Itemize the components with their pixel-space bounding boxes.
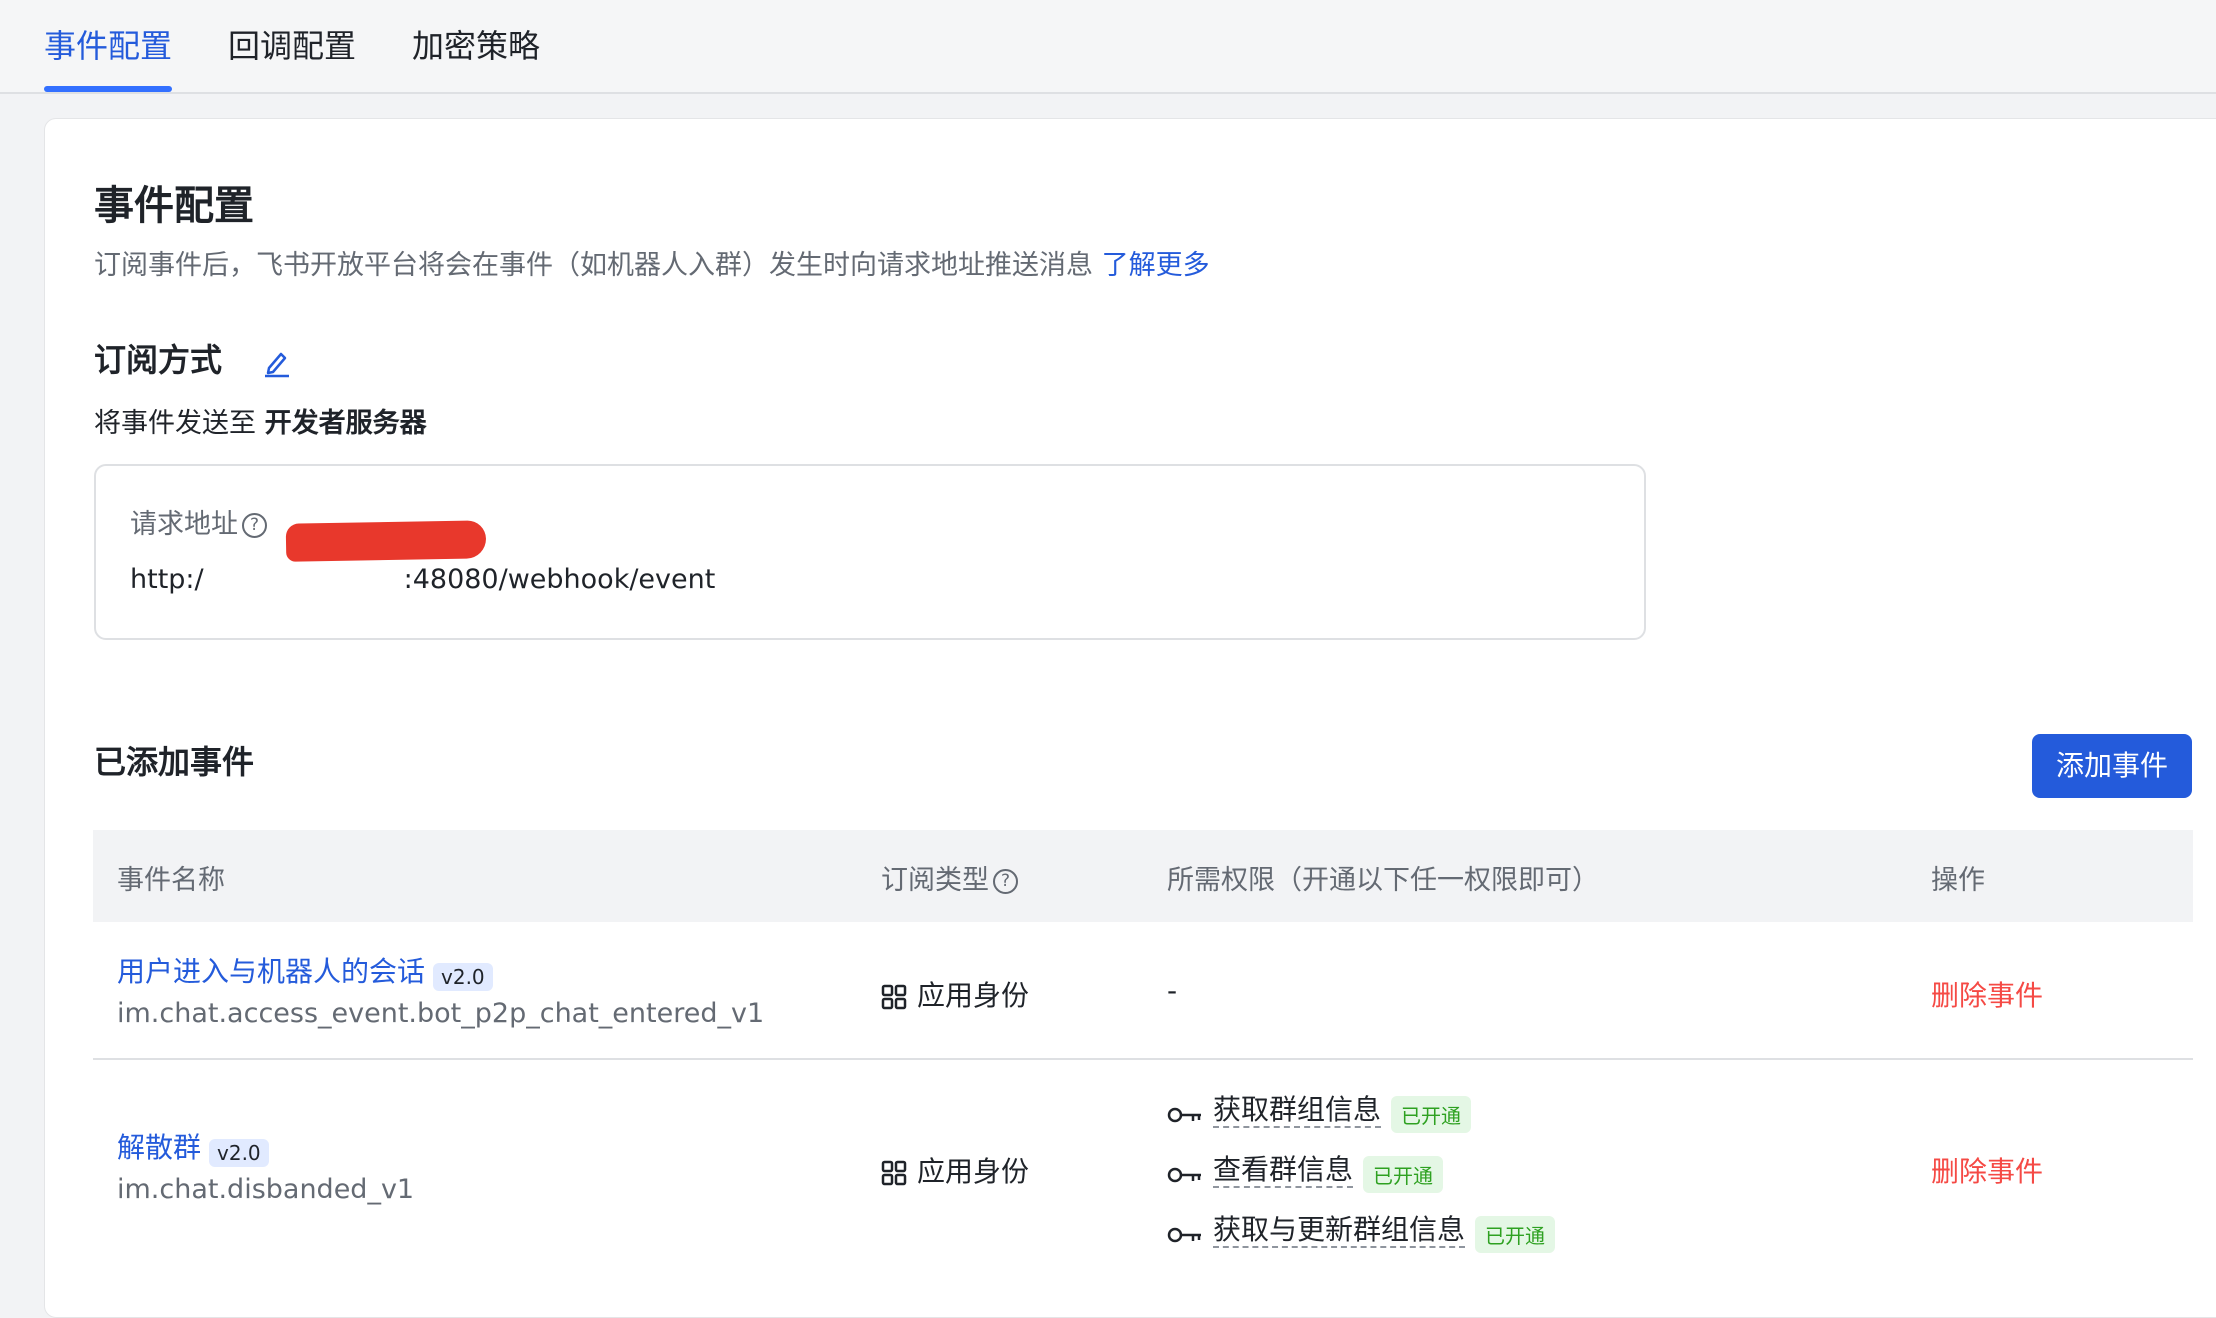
event-config-card: 事件配置 订阅事件后，飞书开放平台将会在事件（如机器人入群）发生时向请求地址推送… — [44, 118, 2216, 1318]
header-subscription-type-text: 订阅类型 — [881, 865, 989, 896]
page-description: 订阅事件后，飞书开放平台将会在事件（如机器人入群）发生时向请求地址推送消息 了解… — [94, 243, 1210, 282]
permission-link[interactable]: 查看群信息 — [1213, 1153, 1354, 1188]
granted-badge: 已开通 — [1391, 1096, 1472, 1133]
grid-icon — [881, 984, 907, 1010]
event-name-cell: 解散群 v2.0 — [117, 1126, 269, 1167]
permission-none: - — [1167, 974, 1178, 1007]
key-icon — [1167, 1167, 1201, 1182]
request-address-label: 请求地址? — [130, 502, 267, 541]
event-key: im.chat.access_event.bot_p2p_chat_entere… — [117, 998, 765, 1029]
permission-link[interactable]: 获取与更新群组信息 — [1213, 1213, 1466, 1248]
grid-icon — [881, 1160, 907, 1186]
event-name-cell: 用户进入与机器人的会话 v2.0 — [117, 950, 493, 991]
header-event-name: 事件名称 — [117, 865, 225, 896]
subscription-type-cell: 应用身份 — [881, 974, 1029, 1014]
page-title: 事件配置 — [94, 183, 254, 229]
help-icon[interactable]: ? — [242, 513, 267, 538]
key-icon — [1167, 1227, 1201, 1242]
version-badge: v2.0 — [209, 1138, 269, 1167]
help-icon[interactable]: ? — [993, 869, 1018, 894]
permission-item: 获取与更新群组信息 已开通 — [1167, 1208, 1556, 1253]
event-name-link[interactable]: 用户进入与机器人的会话 — [117, 955, 425, 988]
description-text: 订阅事件后，飞书开放平台将会在事件（如机器人入群）发生时向请求地址推送消息 — [94, 250, 1093, 281]
version-badge: v2.0 — [433, 962, 493, 991]
learn-more-link[interactable]: 了解更多 — [1102, 250, 1210, 281]
request-address-url: http:/ :48080/webhook/event — [130, 564, 715, 595]
subscription-type-text: 应用身份 — [917, 979, 1030, 1012]
subscription-prefix: 将事件发送至 — [94, 408, 256, 439]
granted-badge: 已开通 — [1475, 1216, 1556, 1253]
subscription-type-text: 应用身份 — [917, 1155, 1030, 1188]
header-permissions: 所需权限（开通以下任一权限即可） — [1167, 865, 1599, 896]
event-name-link[interactable]: 解散群 — [117, 1131, 201, 1164]
edit-icon[interactable] — [261, 346, 293, 378]
redaction-mark — [285, 520, 487, 562]
subscription-title: 订阅方式 — [94, 335, 293, 381]
tab-callback-config[interactable]: 回调配置 — [228, 22, 356, 70]
header-actions: 操作 — [1931, 865, 1985, 896]
add-event-button[interactable]: 添加事件 — [2032, 734, 2192, 798]
row-divider — [93, 1058, 2193, 1060]
url-suffix: :48080/webhook/event — [403, 564, 716, 595]
subscription-target-value: 开发者服务器 — [264, 408, 427, 439]
active-tab-indicator — [44, 86, 172, 92]
subscription-target: 将事件发送至 开发者服务器 — [94, 401, 427, 440]
tab-encryption-policy[interactable]: 加密策略 — [412, 22, 540, 70]
delete-event-button[interactable]: 删除事件 — [1931, 1150, 2043, 1190]
tab-event-config[interactable]: 事件配置 — [44, 22, 172, 70]
events-table-header: 事件名称 订阅类型? 所需权限（开通以下任一权限即可） 操作 — [93, 830, 2193, 922]
event-key: im.chat.disbanded_v1 — [117, 1174, 415, 1205]
granted-badge: 已开通 — [1363, 1156, 1444, 1193]
url-prefix: http:/ — [130, 564, 204, 595]
delete-event-button[interactable]: 删除事件 — [1931, 974, 2043, 1014]
permission-item: 查看群信息 已开通 — [1167, 1148, 1444, 1193]
subscription-type-cell: 应用身份 — [881, 1150, 1029, 1190]
top-tab-bar: 事件配置 回调配置 加密策略 — [0, 0, 2216, 94]
header-subscription-type: 订阅类型? — [881, 858, 1018, 897]
request-address-box: 请求地址? http:/ :48080/webhook/event — [94, 464, 1646, 640]
permission-link[interactable]: 获取群组信息 — [1213, 1093, 1382, 1128]
key-icon — [1167, 1107, 1201, 1122]
subscription-title-text: 订阅方式 — [94, 341, 223, 379]
request-address-label-text: 请求地址 — [130, 509, 238, 540]
events-section-title: 已添加事件 — [94, 743, 255, 781]
permission-item: 获取群组信息 已开通 — [1167, 1088, 1472, 1133]
